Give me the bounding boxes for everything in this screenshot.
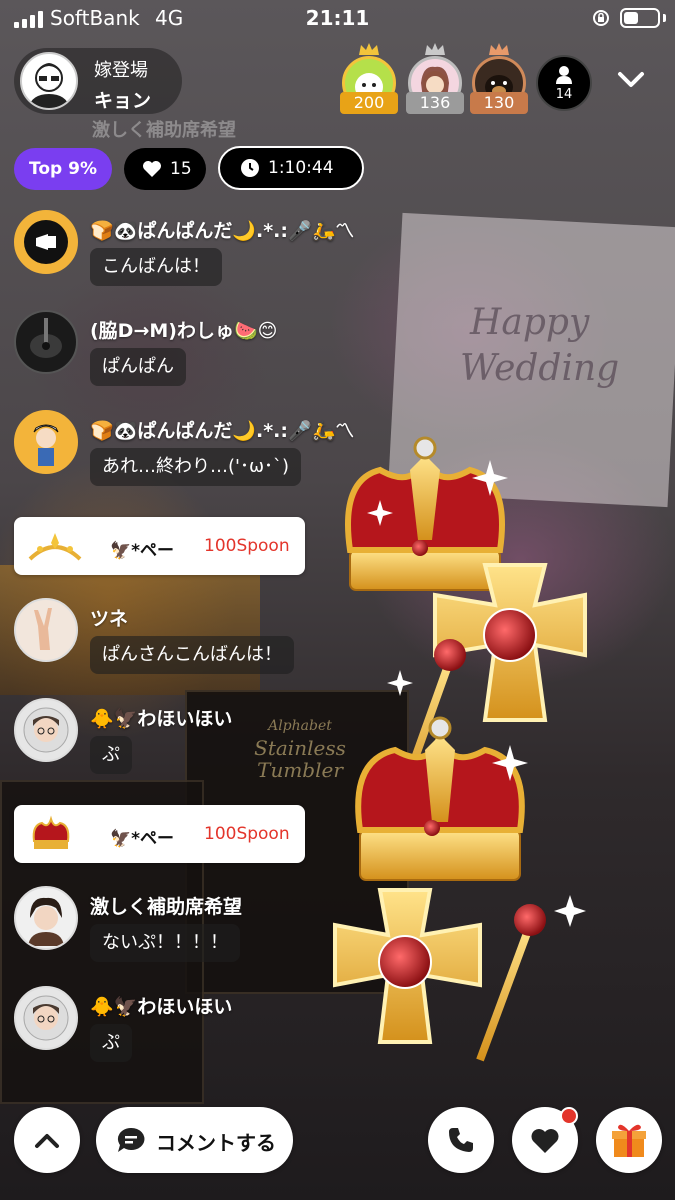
- chat-avatar[interactable]: [14, 986, 78, 1050]
- phone-icon: [449, 1128, 473, 1152]
- gift-amount: 100Spoon: [204, 536, 290, 556]
- chat-username[interactable]: 🍞🐼ぱんぱんだ🌙.*.:🎤🛵〽: [90, 216, 354, 243]
- chat-avatar[interactable]: [14, 698, 78, 762]
- faded-message-name: 激しく補助席希望: [92, 120, 236, 141]
- chat-message: ぷ: [90, 1024, 132, 1062]
- chat-username[interactable]: 激しく補助席希望: [90, 892, 242, 919]
- gift-notification: 🦅*ペー 100Spoon: [14, 517, 305, 575]
- tiara-icon: [28, 533, 82, 561]
- battery-cap: [663, 14, 666, 22]
- scepter-icon: [476, 904, 546, 1062]
- host-profile[interactable]: 嫁登場 キョン: [14, 48, 182, 114]
- bronze-crown-icon: [489, 43, 509, 55]
- gift-button[interactable]: [596, 1107, 662, 1173]
- top-rank-3[interactable]: 130: [468, 43, 530, 114]
- top-rank-1[interactable]: 200: [338, 43, 400, 114]
- rotation-lock-icon: [593, 10, 609, 26]
- broadcast-timer: 1:10:44: [218, 146, 364, 190]
- heart-icon: [531, 1129, 559, 1153]
- chat-username[interactable]: (脇D→M)わしゅ🍉😊: [90, 316, 277, 343]
- gift-sender[interactable]: 🦅*ペー: [110, 824, 174, 849]
- chat-username[interactable]: 🐥🦅わほいほい: [90, 992, 232, 1019]
- silver-crown-icon: [425, 43, 445, 55]
- ranking-label: Top: [29, 159, 63, 179]
- cross-icon: [333, 888, 482, 1044]
- chat-avatar[interactable]: [14, 886, 78, 950]
- background-card-text: Happy Wedding: [460, 300, 619, 392]
- comment-button[interactable]: コメントする: [96, 1107, 293, 1173]
- heart-icon: [143, 161, 161, 177]
- status-bar: SoftBank 4G 21:11: [0, 0, 675, 40]
- gift-amount: 100Spoon: [204, 824, 290, 844]
- chat-message: ぱんさんこんばんは！: [90, 636, 294, 674]
- crown-icon: [355, 716, 525, 881]
- host-name: キョン: [94, 90, 152, 112]
- chat-message: あれ…終わり…('･ω･`): [90, 448, 302, 486]
- likes-counter[interactable]: 15: [124, 148, 206, 190]
- elapsed-time: 1:10:44: [268, 158, 334, 178]
- rank-score: 200: [340, 92, 398, 114]
- top-rank-2[interactable]: 136: [404, 43, 466, 114]
- gift-sender[interactable]: 🦅*ペー: [110, 536, 174, 561]
- ranking-value: 9%: [68, 159, 97, 179]
- chat-username[interactable]: 🐥🦅わほいほい: [90, 704, 232, 731]
- chat-message: ぱんぱん: [90, 348, 186, 386]
- scroll-up-button[interactable]: [14, 1107, 80, 1173]
- card-text-wedding: Wedding: [460, 348, 620, 389]
- clock-icon: [241, 159, 259, 177]
- crown-gift-animation: [333, 436, 587, 1062]
- listener-count: 14: [555, 87, 573, 102]
- notification-dot: [560, 1107, 578, 1125]
- chat-username[interactable]: 🍞🐼ぱんぱんだ🌙.*.:🎤🛵〽: [90, 416, 354, 443]
- live-broadcast-screen: Happy Wedding Alphabet Stainless Tumbler: [0, 0, 675, 1200]
- chat-bubble-icon: [117, 1127, 145, 1152]
- gift-box-icon: [612, 1124, 646, 1157]
- comment-label: コメントする: [156, 1131, 276, 1155]
- chat-message: ないぷ！！！！: [90, 924, 240, 962]
- likes-count: 15: [170, 159, 192, 179]
- host-title: 嫁登場: [94, 60, 148, 81]
- chat-message: こんばんは！: [90, 248, 222, 286]
- rank-score: 136: [406, 92, 464, 114]
- chat-message: ぷ: [90, 736, 132, 774]
- chat-username[interactable]: ツネ: [90, 604, 128, 631]
- person-icon: [556, 66, 572, 84]
- chat-avatar[interactable]: [14, 210, 78, 274]
- gift-notification: 🦅*ペー 100Spoon: [14, 805, 305, 863]
- chat-avatar[interactable]: [14, 310, 78, 374]
- chat-avatar[interactable]: [14, 410, 78, 474]
- gold-crown-icon: [359, 43, 379, 55]
- rank-score: 130: [470, 92, 528, 114]
- chat-avatar[interactable]: [14, 598, 78, 662]
- status-time: 21:11: [305, 6, 370, 30]
- host-avatar[interactable]: [20, 52, 78, 110]
- battery-icon: [620, 8, 660, 28]
- chevron-down-icon[interactable]: [612, 64, 650, 96]
- ranking-badge[interactable]: Top 9%: [14, 148, 112, 190]
- card-text-happy: Happy: [470, 302, 590, 343]
- listeners-button[interactable]: 14: [536, 55, 592, 111]
- call-button[interactable]: [428, 1107, 494, 1173]
- crown-icon: [32, 815, 70, 849]
- chevron-up-icon: [35, 1134, 59, 1148]
